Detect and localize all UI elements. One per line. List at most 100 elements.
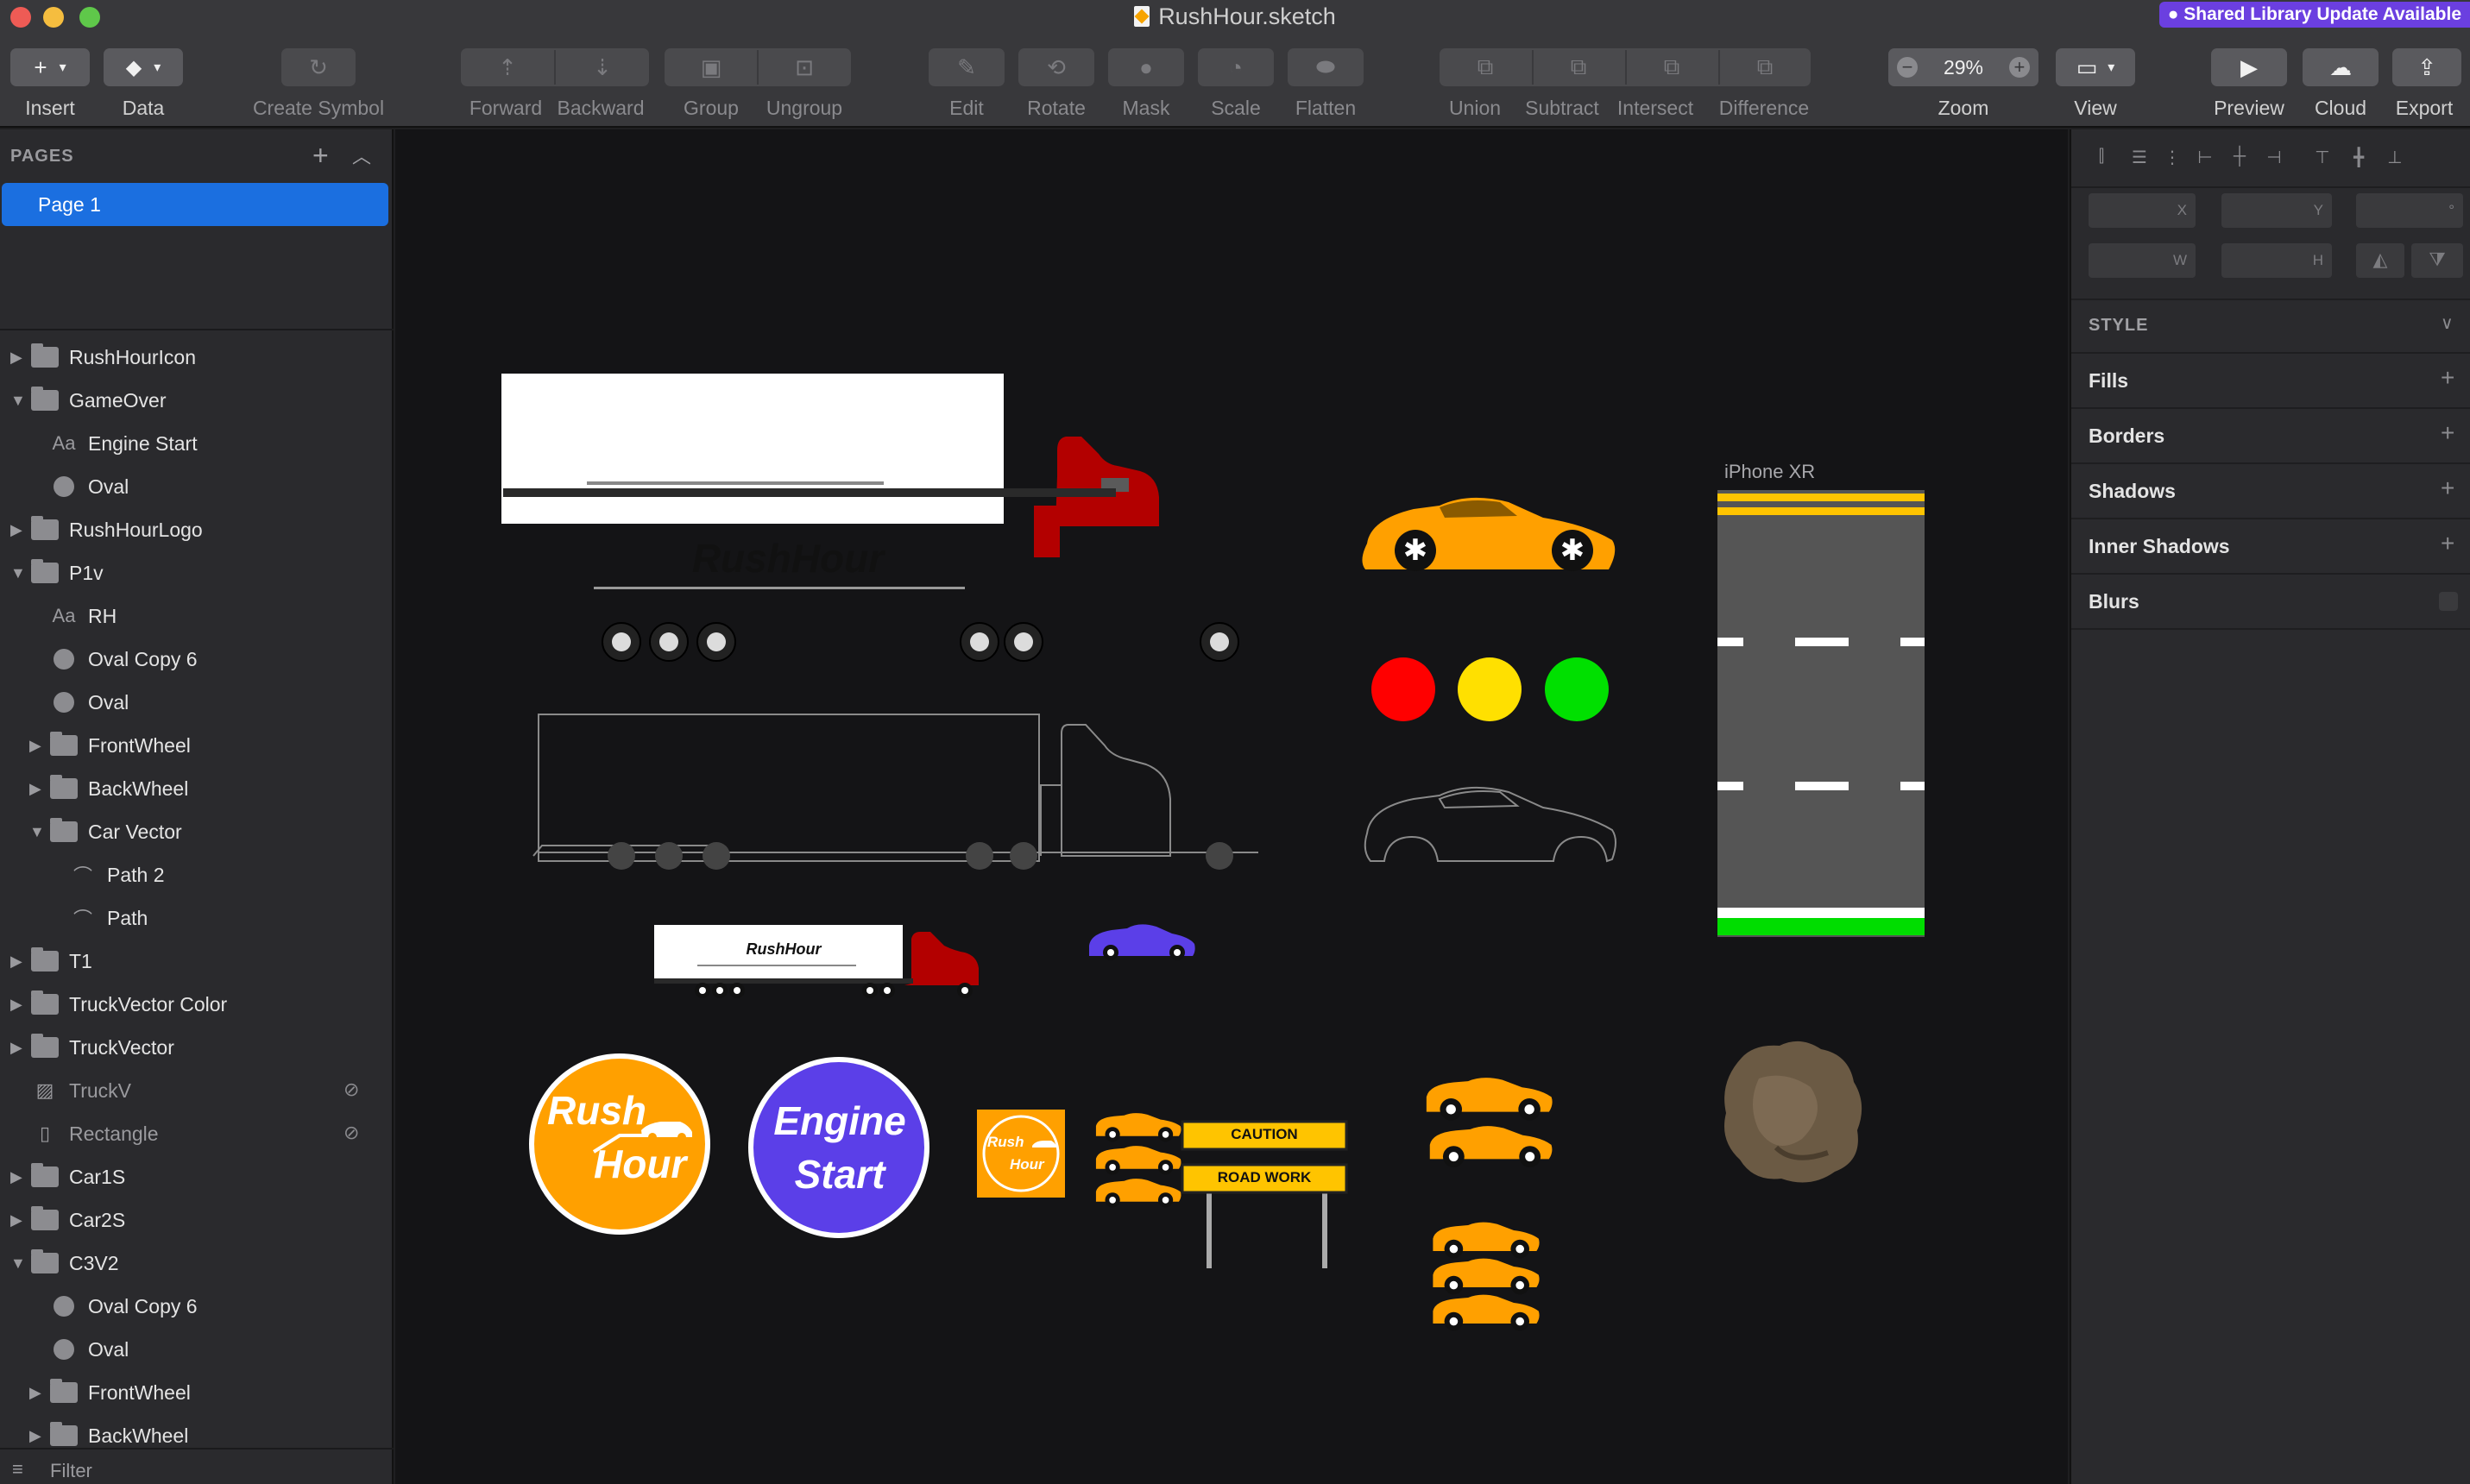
disclosure-open-icon[interactable]: ▼: [10, 1254, 28, 1273]
scale-button[interactable]: ◔: [1198, 48, 1274, 86]
disclosure-closed-icon[interactable]: ▶: [29, 780, 47, 798]
orange-sports-car[interactable]: ✱ ✱: [1362, 497, 1616, 571]
align-top-icon[interactable]: ⊤: [2309, 147, 2335, 169]
disclosure-closed-icon[interactable]: ▶: [29, 737, 47, 755]
layer-row[interactable]: ▶ TruckVector Color: [10, 984, 227, 1025]
small-orange-cars-left[interactable]: [1095, 1113, 1181, 1208]
layer-row[interactable]: ▶ Car2S: [10, 1199, 125, 1241]
align-left-icon[interactable]: ⊢: [2192, 147, 2218, 169]
truck-vector-outline[interactable]: [532, 714, 1258, 862]
engine-start-button[interactable]: [748, 1057, 929, 1238]
rush-hour-icon[interactable]: [977, 1110, 1065, 1198]
height-field[interactable]: H: [2221, 243, 2332, 278]
hidden-eye-icon[interactable]: ⊘: [343, 1078, 359, 1101]
add-border-icon[interactable]: +: [2441, 419, 2454, 447]
zoom-value[interactable]: 29%: [1944, 56, 1983, 79]
layer-row[interactable]: ⌒ Path: [48, 897, 148, 939]
layer-row[interactable]: ▶ FrontWheel: [29, 1372, 191, 1413]
layer-row[interactable]: ▶ TruckVector: [10, 1027, 174, 1068]
disclosure-closed-icon[interactable]: ▶: [10, 521, 28, 539]
layer-row[interactable]: ▼ P1v: [10, 552, 104, 594]
edit-button[interactable]: ✎: [929, 48, 1005, 86]
traffic-lights[interactable]: [1371, 657, 1609, 721]
disclosure-closed-icon[interactable]: ▶: [29, 1427, 47, 1445]
disclosure-closed-icon[interactable]: ▶: [10, 1039, 28, 1057]
layer-row[interactable]: ▼ C3V2: [10, 1242, 119, 1284]
disclosure-closed-icon[interactable]: ▶: [10, 996, 28, 1014]
disclosure-open-icon[interactable]: ▼: [10, 392, 28, 410]
align-left-edge-icon[interactable]: ⫿: [2089, 147, 2114, 169]
layer-row[interactable]: Aa RH: [29, 595, 117, 637]
subtract-button[interactable]: ⧉: [1533, 48, 1624, 86]
disclosure-closed-icon[interactable]: ▶: [29, 1384, 47, 1402]
truck-vector-color[interactable]: [501, 374, 1239, 662]
ungroup-button[interactable]: ⊡: [758, 48, 851, 86]
dirt-patch-image[interactable]: [1724, 1041, 1862, 1183]
small-truck[interactable]: [654, 925, 979, 998]
car-vector-outline[interactable]: [1364, 786, 1616, 863]
hidden-eye-icon[interactable]: ⊘: [343, 1122, 359, 1144]
union-button[interactable]: ⧉: [1440, 48, 1531, 86]
insert-button[interactable]: + ▾: [10, 48, 90, 86]
layer-row[interactable]: Oval: [29, 466, 129, 507]
group-button[interactable]: ▣: [665, 48, 758, 86]
flatten-button[interactable]: ⬬: [1288, 48, 1364, 86]
layer-row[interactable]: ▼ Car Vector: [29, 811, 182, 852]
add-fill-icon[interactable]: +: [2441, 364, 2454, 392]
layer-row[interactable]: ▶ FrontWheel: [29, 725, 191, 766]
create-symbol-button[interactable]: ↻: [281, 48, 356, 86]
y-field[interactable]: Y: [2221, 193, 2332, 228]
align-right-icon[interactable]: ⊣: [2261, 147, 2287, 169]
artboard-label[interactable]: iPhone XR: [1724, 461, 1815, 483]
x-field[interactable]: X: [2089, 193, 2196, 228]
layer-row[interactable]: ▼ GameOver: [10, 380, 166, 421]
intersect-button[interactable]: ⧉: [1626, 48, 1717, 86]
layer-row[interactable]: ▯ Rectangle: [10, 1113, 159, 1154]
layer-row[interactable]: ▶ T1: [10, 940, 92, 982]
distribute-horizontal-icon[interactable]: ☰: [2127, 147, 2152, 169]
rotate-button[interactable]: ⟲: [1018, 48, 1094, 86]
align-middle-icon[interactable]: ╋: [2346, 147, 2372, 169]
library-update-badge[interactable]: ● Shared Library Update Available: [2158, 2, 2470, 28]
blur-checkbox[interactable]: [2439, 592, 2458, 611]
chevron-down-icon[interactable]: ∨: [2441, 312, 2454, 334]
purple-car[interactable]: [1089, 924, 1195, 960]
forward-button[interactable]: ⇡: [461, 48, 554, 86]
view-button[interactable]: ▭ ▾: [2056, 48, 2135, 86]
width-field[interactable]: W: [2089, 243, 2196, 278]
layer-row[interactable]: ▶ RushHourLogo: [10, 509, 203, 550]
layer-row[interactable]: Oval: [29, 1329, 129, 1370]
canvas[interactable]: ✱ ✱ iPhone XR RushHour RushHour Rush Hou…: [395, 129, 2068, 1484]
iphone-xr-artboard[interactable]: [1717, 490, 1925, 937]
layer-row[interactable]: Oval Copy 6: [29, 1286, 198, 1327]
disclosure-open-icon[interactable]: ▼: [10, 564, 28, 582]
difference-button[interactable]: ⧉: [1719, 48, 1811, 86]
caution-sign[interactable]: [1181, 1120, 1348, 1268]
add-page-icon[interactable]: +: [312, 140, 329, 172]
disclosure-closed-icon[interactable]: ▶: [10, 953, 28, 971]
collapse-pages-icon[interactable]: ︿: [352, 141, 371, 169]
backward-button[interactable]: ⇣: [556, 48, 649, 86]
mask-button[interactable]: ●: [1108, 48, 1184, 86]
rotation-field[interactable]: °: [2356, 193, 2463, 228]
more-options-icon[interactable]: ⋮: [2159, 147, 2185, 169]
align-center-icon[interactable]: ┼: [2227, 147, 2253, 169]
preview-button[interactable]: ▶: [2211, 48, 2287, 86]
disclosure-closed-icon[interactable]: ▶: [10, 349, 28, 367]
layer-row[interactable]: ⌒ Path 2: [48, 854, 165, 896]
flip-vertical-icon[interactable]: ⧩: [2411, 243, 2463, 278]
layer-row[interactable]: ▶ Car1S: [10, 1156, 125, 1198]
layer-row[interactable]: ▨ TruckV: [10, 1070, 131, 1111]
layer-row[interactable]: ▶ RushHourIcon: [10, 336, 196, 378]
add-inner-shadow-icon[interactable]: +: [2441, 530, 2454, 557]
layer-row[interactable]: Oval: [29, 682, 129, 723]
disclosure-closed-icon[interactable]: ▶: [10, 1211, 28, 1229]
cloud-button[interactable]: ☁: [2303, 48, 2379, 86]
zoom-out-button[interactable]: −: [1897, 57, 1918, 78]
add-shadow-icon[interactable]: +: [2441, 475, 2454, 502]
zoom-in-button[interactable]: +: [2008, 57, 2030, 78]
disclosure-open-icon[interactable]: ▼: [29, 823, 47, 841]
layer-row[interactable]: Oval Copy 6: [29, 638, 198, 680]
data-button[interactable]: ◆ ▾: [104, 48, 183, 86]
small-orange-cars-right[interactable]: [1426, 1078, 1553, 1331]
